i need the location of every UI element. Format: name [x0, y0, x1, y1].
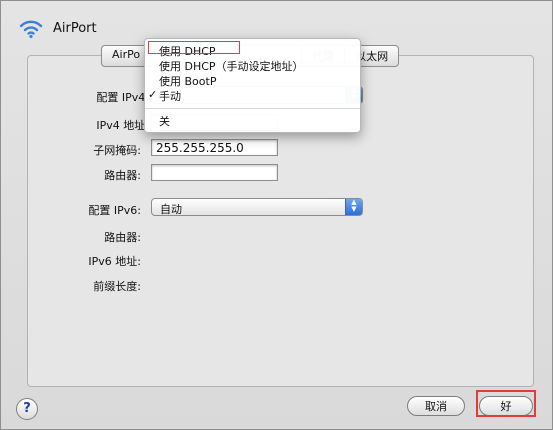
help-button[interactable]: ? — [16, 398, 38, 420]
window-title: AirPort — [53, 21, 97, 36]
ipv6-address-label: IPv6 地址: — [88, 255, 141, 268]
configure-ipv6-popup[interactable]: 自动 ▲ ▼ — [151, 198, 363, 216]
subnet-mask-field[interactable]: 255.255.255.0 — [151, 139, 278, 156]
configure-ipv6-label: 配置 IPv6: — [88, 204, 141, 217]
wifi-icon — [19, 20, 43, 39]
highlight-box — [148, 41, 240, 54]
menu-item-dhcp-manual-address[interactable]: 使用 DHCP（手动设定地址） — [159, 58, 304, 74]
configure-ipv6-value: 自动 — [160, 203, 182, 216]
ipv6-router-label: 路由器: — [104, 231, 141, 244]
checkmark-icon: ✓ — [148, 88, 158, 101]
cancel-button[interactable]: 取消 — [407, 396, 465, 416]
menu-item-off[interactable]: 关 — [159, 113, 170, 129]
network-advanced-sheet: AirPort AirPo 代理 以太网 配置 IPv4: ▲▼ IPv4 地址… — [0, 0, 553, 430]
router-field[interactable] — [151, 164, 278, 181]
configure-ipv4-label: 配置 IPv4: — [96, 91, 149, 104]
subnet-mask-label: 子网掩码: — [93, 144, 141, 157]
prefix-length-label: 前缀长度: — [93, 280, 141, 293]
ipv4-address-label: IPv4 地址: — [96, 119, 149, 132]
menu-item-bootp[interactable]: 使用 BootP — [159, 73, 216, 89]
updown-arrows-icon: ▲▼ — [345, 199, 362, 215]
router-label: 路由器: — [104, 169, 141, 182]
menu-separator — [145, 108, 360, 109]
ok-highlight-box — [476, 390, 536, 417]
menu-item-manual[interactable]: 手动 — [159, 88, 181, 104]
